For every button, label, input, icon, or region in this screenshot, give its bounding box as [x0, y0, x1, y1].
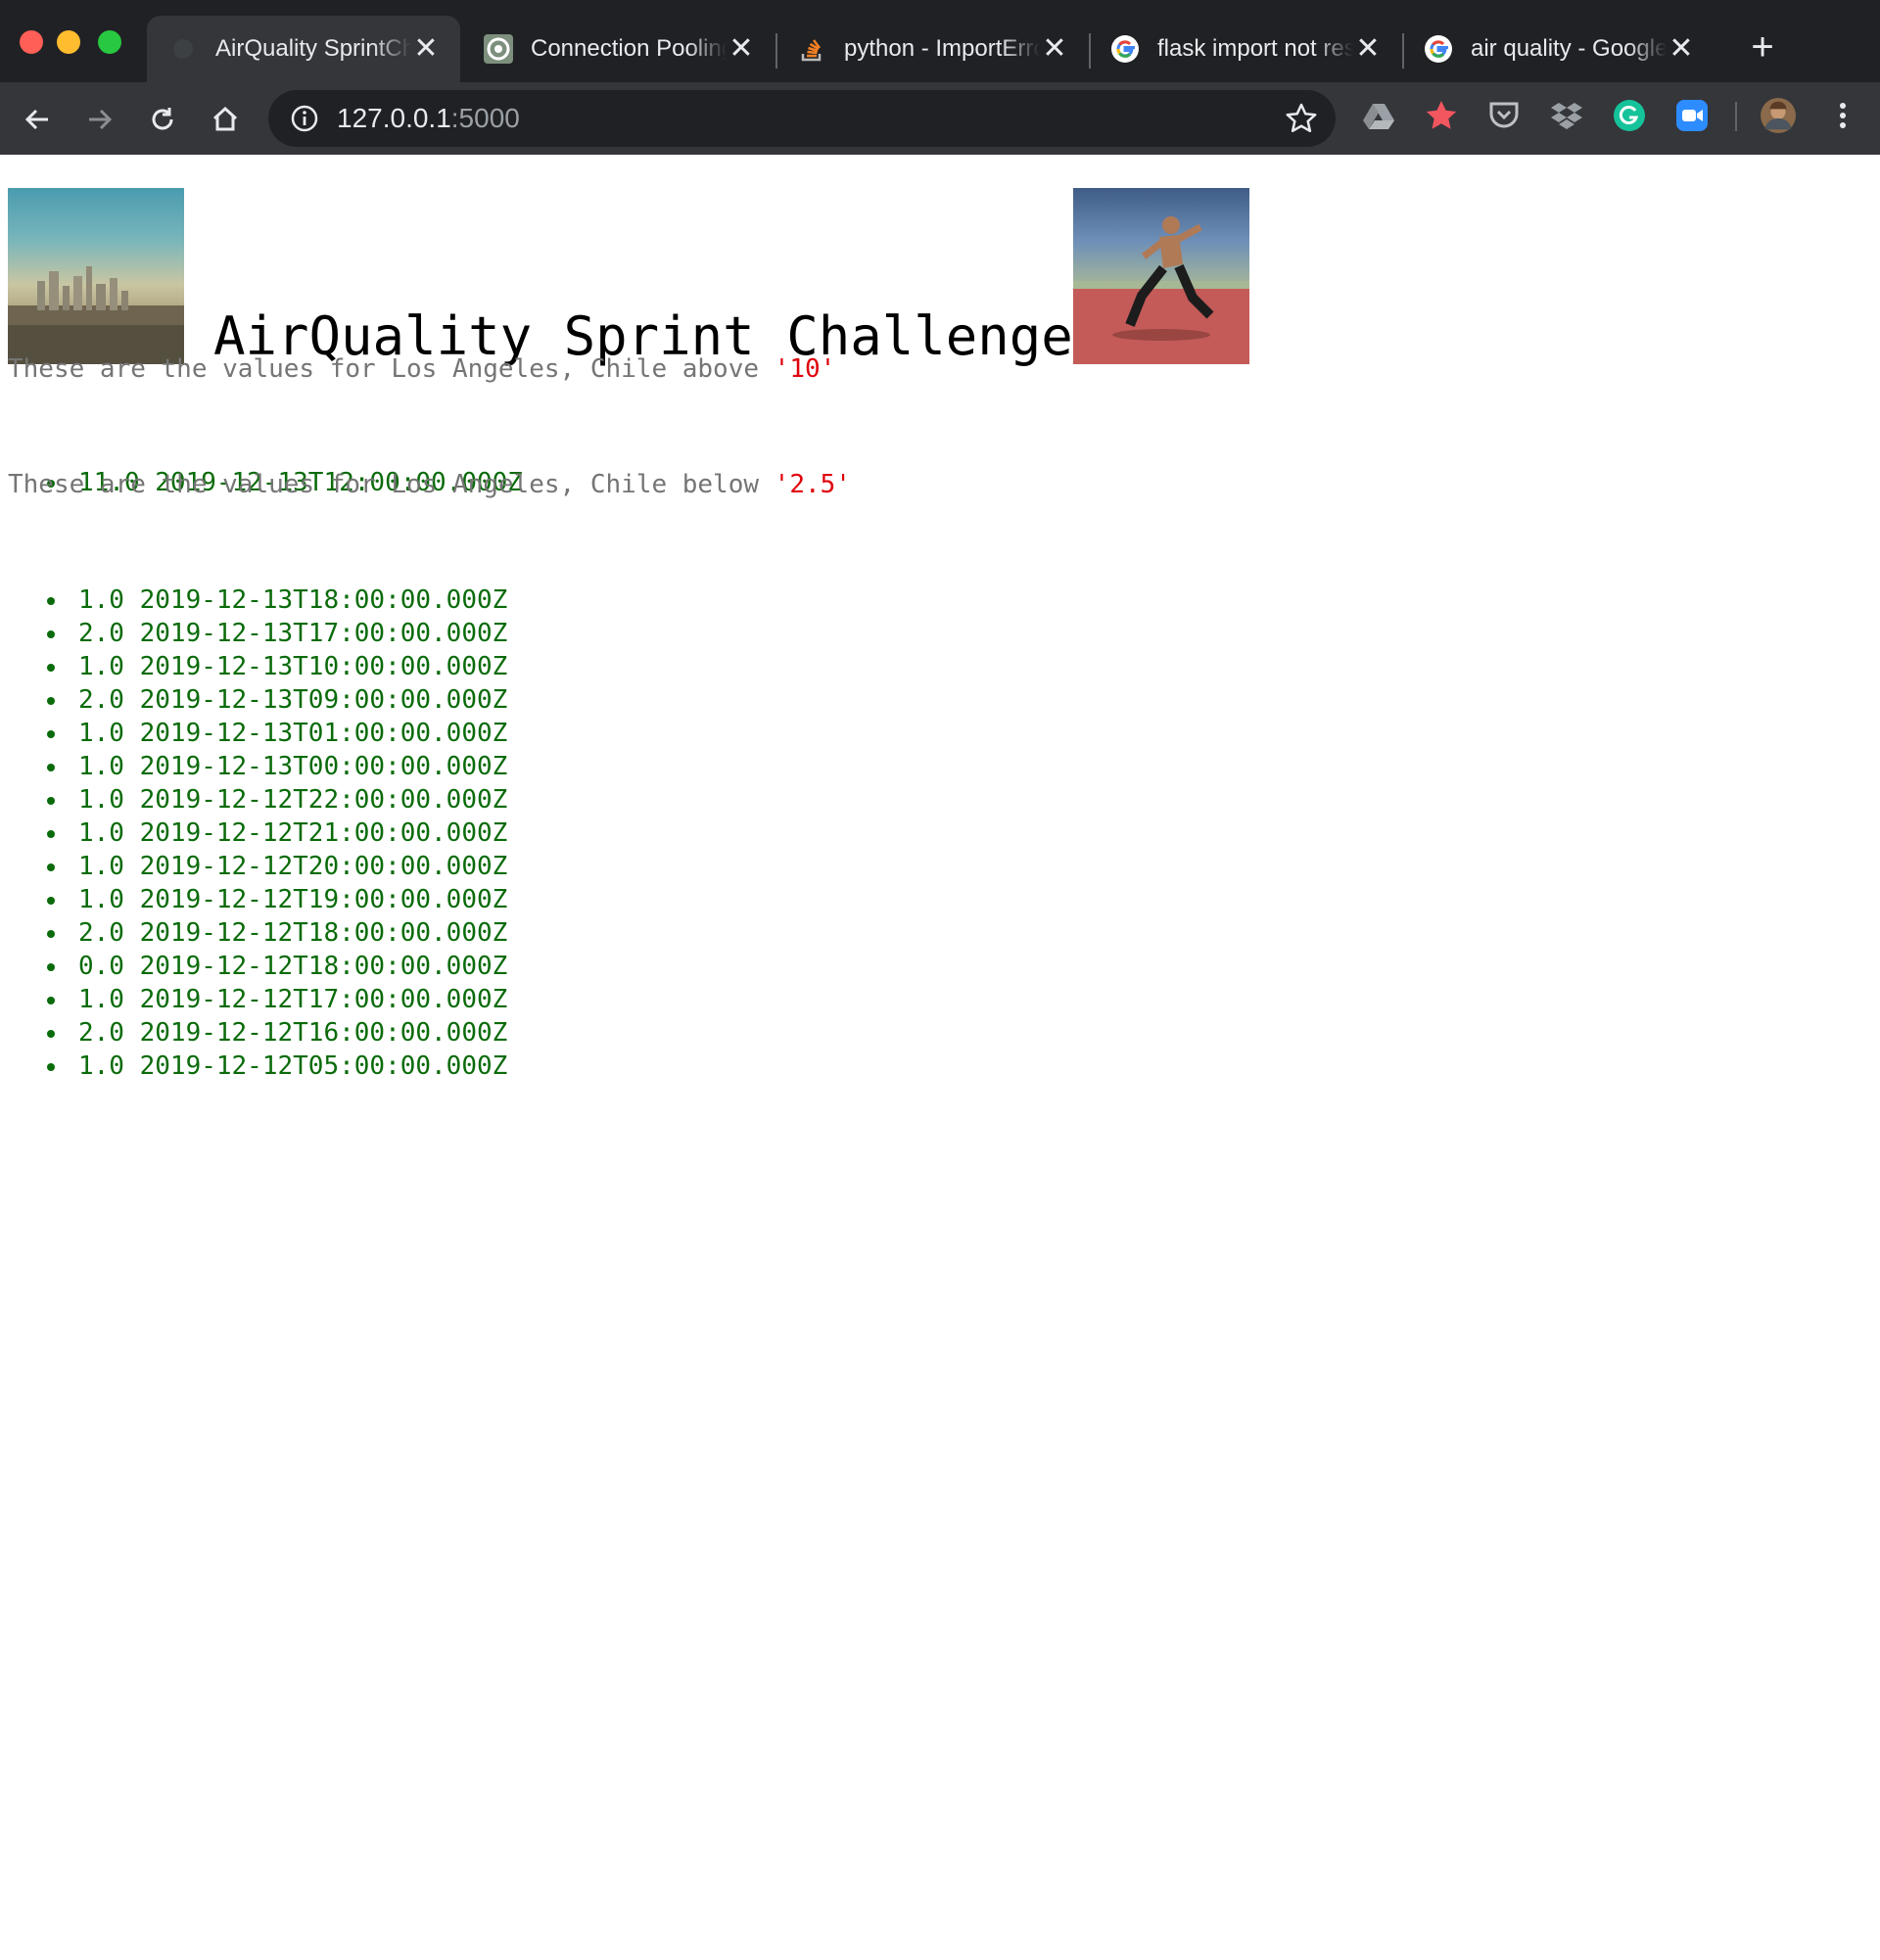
dropbox-icon[interactable]	[1549, 98, 1584, 133]
page-content: AirQuality Sprint Challenge! These are t…	[0, 155, 1880, 1960]
tab-air-quality-google[interactable]: air quality - Google ✕	[1402, 16, 1716, 82]
bookmark-star-outline-icon[interactable]	[1285, 102, 1318, 135]
drive-icon[interactable]	[1361, 98, 1396, 133]
above-threshold-text: These are the values for Los Angeles, Ch…	[8, 354, 835, 384]
target-icon	[484, 34, 513, 64]
list-item: 1.0 2019-12-13T01:00:00.000Z	[43, 717, 507, 750]
list-item: 1.0 2019-12-13T18:00:00.000Z	[43, 583, 507, 617]
info-icon[interactable]	[290, 104, 319, 133]
stackoverflow-icon	[797, 34, 826, 64]
tab-close-icon[interactable]: ✕	[1353, 34, 1383, 64]
list-item: 2.0 2019-12-13T09:00:00.000Z	[43, 683, 507, 717]
home-icon[interactable]	[206, 100, 245, 139]
tab-title: Connection Pooling	[531, 35, 727, 62]
tab-airquality[interactable]: AirQuality SprintChallenge ✕	[147, 16, 460, 82]
toolbar-divider	[1735, 102, 1737, 131]
list-item: 1.0 2019-12-12T22:00:00.000Z	[43, 783, 507, 817]
city-smog-image	[8, 188, 184, 364]
url-port: :5000	[450, 103, 520, 133]
above-prefix: These are the values for Los Angeles, Ch…	[8, 354, 775, 384]
tab-close-icon[interactable]: ✕	[1667, 34, 1696, 64]
grammarly-icon[interactable]	[1612, 98, 1647, 133]
list-item: 2.0 2019-12-12T16:00:00.000Z	[43, 1016, 507, 1050]
below-threshold-value: '2.5'	[774, 470, 851, 499]
tab-close-icon[interactable]: ✕	[727, 34, 756, 64]
window-minimize-button[interactable]	[57, 30, 80, 54]
list-item: 1.0 2019-12-13T10:00:00.000Z	[43, 650, 507, 683]
sprinter-image	[1073, 188, 1249, 364]
google-icon	[1110, 34, 1140, 64]
tab-title: flask import not resolved	[1157, 35, 1353, 62]
list-item: 1.0 2019-12-12T21:00:00.000Z	[43, 817, 507, 850]
menu-dots-icon[interactable]	[1825, 98, 1860, 133]
list-item: 2.0 2019-12-13T17:00:00.000Z	[43, 617, 507, 650]
tab-strip: AirQuality SprintChallenge ✕ Connection …	[0, 0, 1880, 82]
below-values-list: 1.0 2019-12-13T18:00:00.000Z 2.0 2019-12…	[43, 583, 507, 1083]
page-icon	[168, 34, 198, 64]
list-item: 2.0 2019-12-12T18:00:00.000Z	[43, 916, 507, 950]
list-item: 1.0 2019-12-12T19:00:00.000Z	[43, 883, 507, 916]
tab-title: python - ImportError	[844, 35, 1040, 62]
below-threshold-text: These are the values for Los Angeles, Ch…	[8, 470, 851, 499]
list-item: 1.0 2019-12-12T20:00:00.000Z	[43, 850, 507, 883]
tab-flask-import[interactable]: flask import not resolved ✕	[1089, 16, 1402, 82]
below-prefix: These are the values for Los Angeles, Ch…	[8, 470, 775, 499]
list-item: 1.0 2019-12-13T00:00:00.000Z	[43, 750, 507, 783]
profile-avatar[interactable]	[1761, 98, 1796, 133]
url-host: 127.0.0.1	[337, 103, 451, 133]
address-bar[interactable]: 127.0.0.1:5000	[268, 90, 1336, 147]
forward-icon[interactable]	[80, 100, 119, 139]
window-zoom-button[interactable]	[98, 30, 121, 54]
tab-connection-pooling[interactable]: Connection Pooling ✕	[462, 16, 776, 82]
reload-icon[interactable]	[143, 100, 182, 139]
above-threshold-value: '10'	[774, 354, 836, 384]
list-item: 1.0 2019-12-12T17:00:00.000Z	[43, 983, 507, 1016]
tab-close-icon[interactable]: ✕	[411, 34, 441, 64]
pocket-icon[interactable]	[1486, 98, 1522, 133]
list-item: 1.0 2019-12-12T05:00:00.000Z	[43, 1050, 507, 1083]
zoom-icon[interactable]	[1674, 98, 1710, 133]
window-close-button[interactable]	[20, 30, 43, 54]
tab-close-icon[interactable]: ✕	[1040, 34, 1069, 64]
google-icon	[1424, 34, 1453, 64]
tab-python-importerror[interactable]: python - ImportError ✕	[776, 16, 1089, 82]
browser-toolbar: 127.0.0.1:5000	[0, 82, 1880, 155]
bookmark-star-icon[interactable]	[1424, 98, 1459, 133]
back-icon[interactable]	[18, 100, 57, 139]
new-tab-button[interactable]: +	[1743, 27, 1782, 67]
url-text: 127.0.0.1:5000	[337, 103, 520, 134]
tab-title: AirQuality SprintChallenge	[215, 35, 411, 62]
tab-title: air quality - Google	[1471, 35, 1667, 62]
list-item: 0.0 2019-12-12T18:00:00.000Z	[43, 950, 507, 983]
